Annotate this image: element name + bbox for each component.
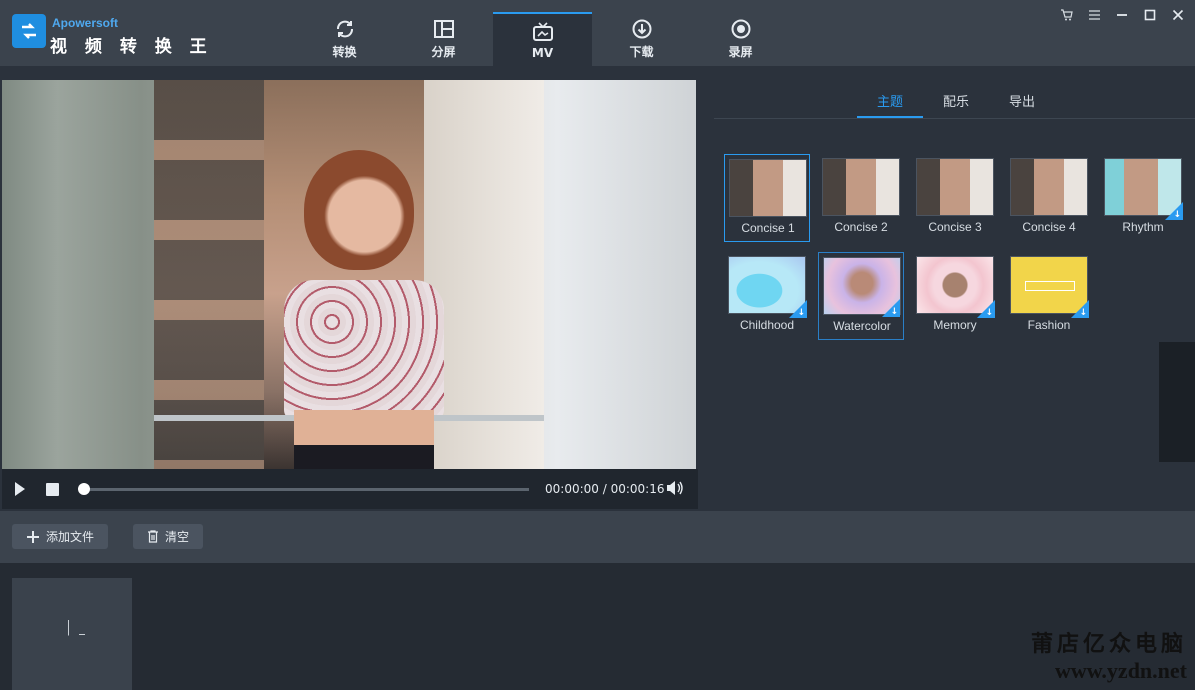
image-background-building [154, 80, 264, 469]
seek-handle[interactable] [78, 483, 90, 495]
tv-icon [532, 21, 553, 41]
tab-export[interactable]: 导出 [1009, 91, 1035, 110]
volume-icon[interactable] [666, 480, 684, 496]
theme-label: Memory [933, 318, 977, 332]
app-title: 视 频 转 换 王 [50, 37, 213, 57]
add-file-label: 添加文件 [46, 530, 95, 544]
theme-panel: 主题 配乐 导出 Concise 1 Concise 2 Concise 3 C… [714, 80, 1195, 509]
fashion-frame-decoration [1025, 281, 1075, 291]
theme-thumbnail [822, 158, 900, 216]
watermark-title: 莆店亿众电脑 [1030, 631, 1187, 657]
clear-label: 清空 [165, 530, 190, 544]
theme-thumbnail [729, 159, 807, 217]
app-logo-icon [12, 14, 46, 48]
theme-label: Fashion [1027, 318, 1071, 332]
play-icon[interactable] [14, 481, 26, 497]
empty-file-slot[interactable] [12, 578, 132, 690]
theme-thumbnail [916, 256, 994, 314]
tab-record[interactable]: 录屏 [691, 12, 790, 66]
window-controls [1059, 8, 1185, 22]
theme-label: Childhood [739, 318, 795, 332]
plus-icon [27, 530, 39, 543]
record-icon [731, 19, 750, 39]
image-figure-skirt [294, 445, 434, 469]
seek-bar[interactable] [84, 488, 529, 491]
minimize-icon[interactable] [1115, 8, 1129, 22]
tab-convert[interactable]: 转换 [295, 12, 394, 66]
theme-label: Rhythm [1122, 220, 1164, 234]
video-preview[interactable] [2, 80, 696, 469]
image-figure-head [304, 150, 414, 270]
clear-button[interactable]: 清空 [133, 524, 204, 549]
theme-item-watercolor[interactable]: Watercolor [818, 252, 904, 340]
time-display: 00:00:00 / 00:00:16 [545, 482, 665, 496]
main-tabs: 转换 分屏 MV 下载 录屏 [295, 12, 790, 66]
tab-theme[interactable]: 主题 [877, 91, 903, 110]
tab-label: 转换 [332, 45, 357, 59]
theme-item-memory[interactable]: Memory [912, 252, 998, 340]
theme-thumbnail [916, 158, 994, 216]
cart-icon[interactable] [1059, 8, 1073, 22]
add-file-button[interactable]: 添加文件 [12, 524, 109, 549]
watermark: 莆店亿众电脑 www.yzdn.net [1031, 626, 1187, 684]
theme-label: Concise 3 [928, 220, 982, 234]
file-list-area[interactable] [0, 563, 1195, 690]
active-tab-underline [857, 116, 923, 118]
theme-label: Watercolor [833, 319, 891, 333]
theme-thumbnail [728, 256, 806, 314]
theme-item-fashion[interactable]: Fashion [1006, 252, 1092, 340]
theme-item-childhood[interactable]: Childhood [724, 252, 810, 340]
title-bar: Apowersoft 视 频 转 换 王 转换 分屏 MV 下载 录屏 [0, 0, 1195, 66]
cursor-icon [68, 620, 85, 636]
tab-label: 录屏 [728, 45, 753, 59]
tab-label: MV [531, 45, 554, 60]
maximize-icon[interactable] [1143, 8, 1157, 22]
tab-label: 分屏 [431, 45, 456, 59]
image-figure-top [284, 280, 444, 420]
download-icon [632, 19, 651, 39]
tab-split-screen[interactable]: 分屏 [394, 12, 493, 66]
watermark-url: www.yzdn.net [1054, 658, 1187, 683]
theme-item-concise-1[interactable]: Concise 1 [724, 154, 810, 242]
refresh-icon [336, 20, 353, 38]
tab-label: 下载 [629, 45, 654, 59]
side-strip [1159, 342, 1195, 462]
theme-thumbnail [1104, 158, 1182, 216]
menu-icon[interactable] [1087, 8, 1101, 22]
tab-mv[interactable]: MV [493, 12, 592, 66]
theme-label: Concise 1 [741, 221, 795, 235]
theme-item-concise-2[interactable]: Concise 2 [818, 154, 904, 242]
trash-icon [148, 530, 158, 543]
preview-image [154, 80, 544, 469]
player-controls: 00:00:00 / 00:00:16 [2, 469, 698, 509]
theme-label: Concise 4 [1022, 220, 1076, 234]
panel-tabs: 主题 配乐 导出 [714, 80, 1195, 119]
theme-thumbnail [1010, 256, 1088, 314]
theme-item-concise-3[interactable]: Concise 3 [912, 154, 998, 242]
theme-item-concise-4[interactable]: Concise 4 [1006, 154, 1092, 242]
theme-thumbnail [823, 257, 901, 315]
brand-name: Apowersoft [52, 16, 118, 30]
file-toolbar: 添加文件 清空 [0, 511, 1195, 563]
tab-music[interactable]: 配乐 [943, 91, 969, 110]
stop-icon[interactable] [46, 483, 59, 496]
tab-download[interactable]: 下载 [592, 12, 691, 66]
split-screen-icon [433, 20, 454, 38]
close-icon[interactable] [1171, 8, 1185, 22]
theme-label: Concise 2 [834, 220, 888, 234]
image-figure-waist [294, 410, 434, 450]
theme-item-rhythm[interactable]: Rhythm [1100, 154, 1186, 242]
theme-thumbnail [1010, 158, 1088, 216]
